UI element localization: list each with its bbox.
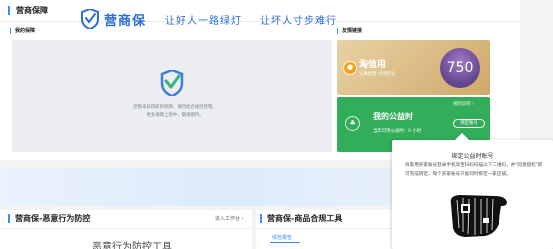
welfare-subtitle: 当年可用公益时：0 小时 (373, 129, 422, 134)
banner-slogan: 让坏人寸步难行 (260, 16, 337, 27)
leaf-icon: ♣ (345, 116, 360, 131)
shield-check-icon (160, 70, 184, 96)
bind-account-button[interactable]: 绑定账号 (453, 119, 485, 128)
tab-health-report[interactable]: 体检报告 (272, 234, 292, 241)
guarantee-message-line: 您暂未获得新的保障，请持续合规经营哦。 (133, 105, 217, 110)
brand-logo-icon (81, 9, 99, 29)
popover-title: 绑定公益时账号 (451, 153, 494, 160)
credit-card[interactable]: ● 淘信用 认真经营 点亮积分 750 (337, 40, 490, 95)
my-guarantee-title: 我的保障 (10, 28, 35, 34)
guarantee-empty-box (12, 40, 332, 152)
banner-slogan: 让好人一路绿灯 (165, 16, 242, 27)
coin-icon: ● (343, 61, 357, 75)
credit-name: 淘信用 (359, 60, 387, 70)
divider (0, 228, 252, 229)
rules-link[interactable]: 规则说明 › (453, 101, 474, 107)
banner-brand: 营商保 (104, 14, 147, 29)
popover-body: 商家用买家账号登录手机淘宝扫码扫描以下二维码，并"同意授权"即可完成绑定。每个买… (405, 163, 543, 177)
page-title: 营商保障 (8, 6, 48, 15)
risk-control-subheading: 恶意行为防控工具 (92, 242, 172, 249)
friend-links-title: 友情链接 (337, 28, 362, 34)
guarantee-message-line: 更多保障上架中，敬请期待。 (146, 113, 204, 118)
welfare-name: 我的公益时 (373, 112, 413, 121)
qr-code-icon (450, 195, 507, 237)
credit-subtitle: 认真经营 点亮积分 (359, 72, 396, 77)
tab-underline (270, 242, 300, 243)
enter-workbench-link[interactable]: 进入工作台 › (215, 215, 244, 222)
risk-control-title: 营商保-恶意行为防控 (8, 214, 90, 223)
compliance-tools-title: 营商保-商品合规工具 (260, 214, 342, 223)
credit-score-badge: 750 (440, 48, 480, 88)
guarantee-empty-message: 您暂未获得新的保障，请持续合规经营哦。 更多保障上架中，敬请期待。 (100, 104, 250, 120)
